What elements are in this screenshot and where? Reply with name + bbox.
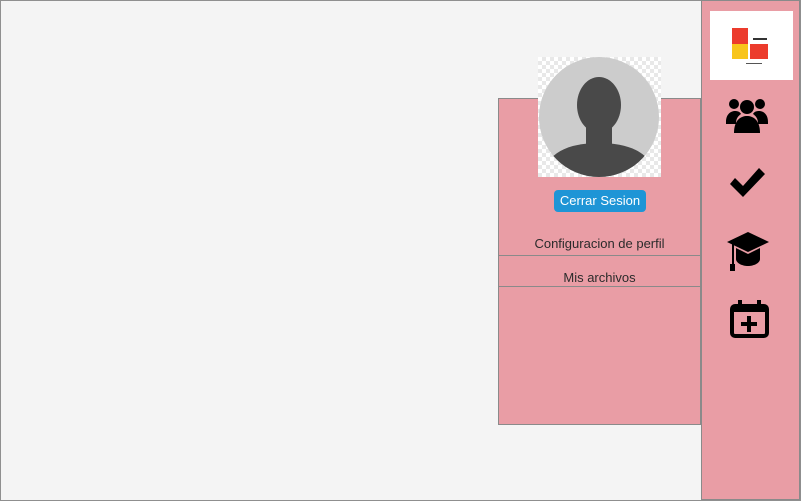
app-logo[interactable] (710, 11, 793, 80)
menu-item-my-files[interactable]: Mis archivos (499, 269, 700, 286)
graduation-cap-icon[interactable] (724, 227, 770, 273)
logo-icon (732, 28, 768, 64)
user-avatar-icon (539, 57, 659, 177)
checkmark-icon[interactable] (724, 160, 770, 206)
menu-divider (499, 255, 700, 256)
menu-divider (499, 286, 700, 287)
logout-button[interactable]: Cerrar Sesion (554, 190, 646, 212)
menu-item-profile-settings[interactable]: Configuracion de perfil (499, 235, 700, 255)
avatar (538, 57, 661, 177)
calendar-add-icon[interactable] (724, 296, 770, 342)
users-icon[interactable] (724, 95, 770, 141)
